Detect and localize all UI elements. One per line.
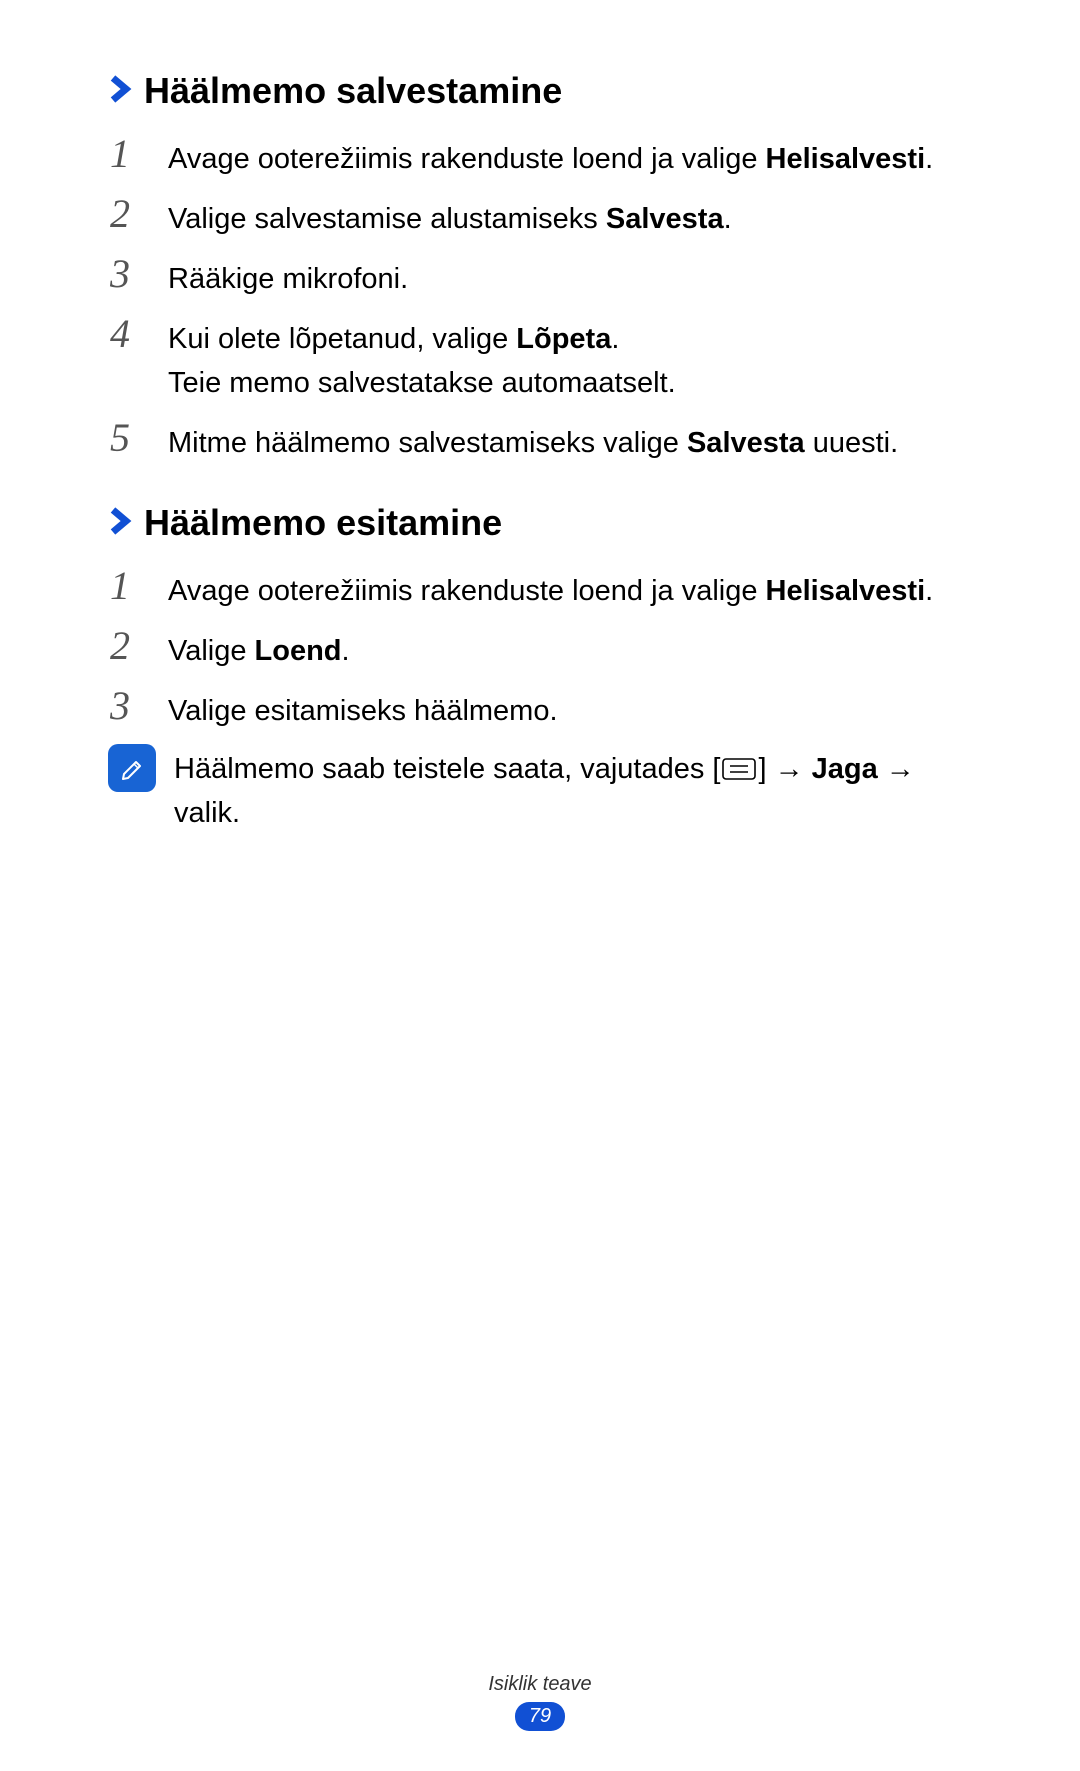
step-item: 3 Rääkige mikrofoni. bbox=[110, 252, 970, 300]
chevron-icon bbox=[110, 505, 132, 544]
step-number: 2 bbox=[110, 624, 154, 668]
step-content: Rääkige mikrofoni. bbox=[168, 252, 970, 300]
step-content: Mitme häälmemo salvestamiseks valige Sal… bbox=[168, 416, 970, 464]
page-footer: Isiklik teave 79 bbox=[0, 1673, 1080, 1731]
step-item: 1 Avage ooterežiimis rakenduste loend ja… bbox=[110, 132, 970, 180]
note-pencil-icon bbox=[108, 744, 156, 792]
step-content: Valige Loend. bbox=[168, 624, 970, 672]
step-item: 1 Avage ooterežiimis rakenduste loend ja… bbox=[110, 564, 970, 612]
step-number: 4 bbox=[110, 312, 154, 356]
step-item: 2 Valige salvestamise alustamiseks Salve… bbox=[110, 192, 970, 240]
step-number: 3 bbox=[110, 252, 154, 296]
step-number: 1 bbox=[110, 564, 154, 608]
page-number-badge: 79 bbox=[515, 1702, 565, 1731]
step-subtext: Teie memo salvestatakse automaatselt. bbox=[168, 362, 970, 404]
heading-text-1: Häälmemo salvestamine bbox=[144, 70, 562, 112]
step-item: 3 Valige esitamiseks häälmemo. bbox=[110, 684, 970, 732]
note-row: Häälmemo saab teistele saata, vajutades … bbox=[108, 744, 970, 833]
section-heading-2: Häälmemo esitamine bbox=[110, 502, 970, 544]
heading-text-2: Häälmemo esitamine bbox=[144, 502, 502, 544]
step-number: 2 bbox=[110, 192, 154, 236]
step-number: 3 bbox=[110, 684, 154, 728]
step-number: 1 bbox=[110, 132, 154, 176]
step-content: Avage ooterežiimis rakenduste loend ja v… bbox=[168, 132, 970, 180]
note-text: Häälmemo saab teistele saata, vajutades … bbox=[174, 744, 915, 833]
step-content: Valige esitamiseks häälmemo. bbox=[168, 684, 970, 732]
step-content: Avage ooterežiimis rakenduste loend ja v… bbox=[168, 564, 970, 612]
footer-section-label: Isiklik teave bbox=[0, 1673, 1080, 1696]
step-content: Kui olete lõpetanud, valige Lõpeta. Teie… bbox=[168, 312, 970, 404]
step-number: 5 bbox=[110, 416, 154, 460]
step-item: 5 Mitme häälmemo salvestamiseks valige S… bbox=[110, 416, 970, 464]
step-content: Valige salvestamise alustamiseks Salvest… bbox=[168, 192, 970, 240]
menu-key-icon bbox=[722, 750, 756, 792]
step-item: 4 Kui olete lõpetanud, valige Lõpeta. Te… bbox=[110, 312, 970, 404]
chevron-icon bbox=[110, 73, 132, 112]
step-item: 2 Valige Loend. bbox=[110, 624, 970, 672]
section-heading-1: Häälmemo salvestamine bbox=[110, 70, 970, 112]
